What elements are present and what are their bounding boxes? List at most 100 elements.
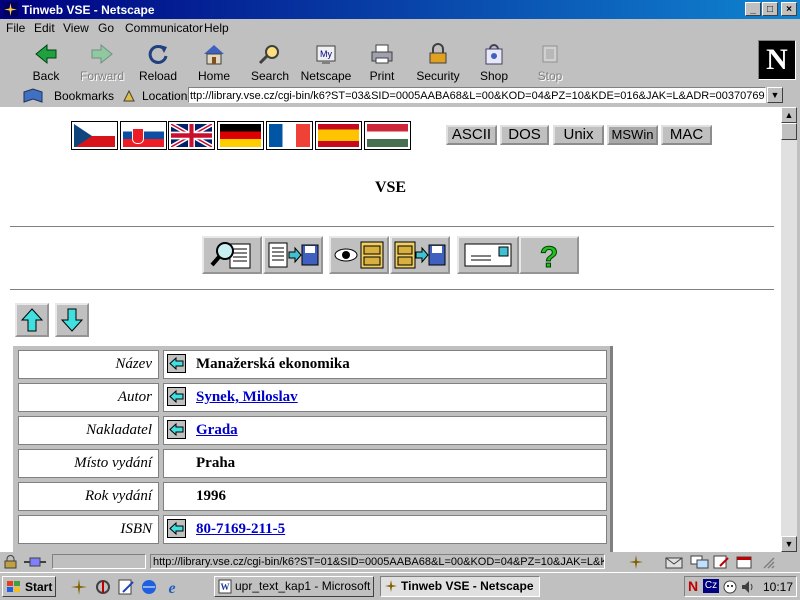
previous-record-button[interactable]	[15, 303, 49, 337]
title-bar[interactable]: Tinweb VSE - Netscape _ □ ×	[0, 0, 800, 19]
svg-text:My: My	[320, 49, 332, 59]
field-value-cell: 1996	[163, 482, 607, 511]
task-word-document[interactable]: W upr_text_kap1 - Microsoft ...	[214, 576, 374, 597]
scroll-down-button[interactable]: ▼	[781, 536, 797, 552]
encoding-mswin-button[interactable]: MSWin	[607, 125, 658, 145]
save-record-button[interactable]	[263, 236, 323, 274]
task-netscape-window[interactable]: Tinweb VSE - Netscape	[380, 576, 540, 597]
table-row: Místo vydání Praha	[13, 447, 609, 480]
vertical-scrollbar[interactable]: ▲ ▼	[781, 107, 797, 552]
flag-czech-button[interactable]	[71, 121, 118, 150]
menu-help[interactable]: Help	[204, 21, 229, 35]
site-title: VSE	[374, 179, 407, 196]
save-records-button[interactable]	[390, 236, 450, 274]
search-button[interactable]: Search	[242, 39, 298, 83]
discussion-component-icon[interactable]	[690, 554, 710, 570]
browse-index-button[interactable]	[167, 354, 186, 373]
flag-english-button[interactable]	[168, 121, 215, 150]
maximize-button[interactable]: □	[762, 2, 778, 16]
scroll-up-button[interactable]: ▲	[781, 107, 797, 123]
field-value-link[interactable]: 80-7169-211-5	[196, 516, 285, 543]
forward-arrow-icon	[91, 43, 113, 65]
resize-grip-icon[interactable]	[760, 554, 776, 570]
field-value-cell: Praha	[163, 449, 607, 478]
calendar-component-icon[interactable]	[735, 554, 753, 570]
next-record-button[interactable]	[55, 303, 89, 337]
encoding-dos-button[interactable]: DOS	[500, 125, 549, 145]
language-indicator[interactable]: Cz	[703, 579, 719, 593]
help-button[interactable]: ?	[519, 236, 579, 275]
flag-french-button[interactable]	[266, 121, 313, 150]
field-value: Praha	[196, 455, 236, 471]
field-label: Místo vydání	[18, 449, 159, 478]
home-button[interactable]: Home	[186, 39, 242, 83]
search-catalog-button[interactable]	[202, 236, 262, 274]
start-button[interactable]: Start	[2, 576, 56, 597]
encoding-ascii-button[interactable]: ASCII	[446, 125, 497, 145]
quicklaunch-edit-icon[interactable]	[117, 578, 135, 596]
stop-button[interactable]: Stop	[522, 39, 578, 83]
menu-view[interactable]: View	[63, 21, 89, 35]
svg-text:W: W	[221, 582, 230, 592]
mail-component-icon[interactable]	[665, 554, 683, 570]
navigator-component-icon[interactable]	[628, 554, 644, 570]
quicklaunch-tool-icon[interactable]	[94, 578, 112, 596]
close-button[interactable]: ×	[781, 2, 797, 16]
encoding-unix-button[interactable]: Unix	[553, 125, 604, 145]
view-records-button[interactable]	[329, 236, 389, 274]
flag-german-button[interactable]	[217, 121, 264, 150]
status-text: http://library.vse.cz/cgi-bin/k6?ST=01&S…	[150, 554, 605, 569]
menu-edit[interactable]: Edit	[34, 21, 55, 35]
windows-logo-icon	[7, 581, 20, 592]
field-label: Rok vydání	[18, 482, 159, 511]
flag-slovak-button[interactable]	[120, 121, 167, 150]
shopping-bag-icon	[485, 44, 503, 65]
browse-index-button[interactable]	[167, 387, 186, 406]
svg-text:e: e	[168, 580, 175, 596]
spanish-flag-icon	[318, 124, 359, 147]
print-button[interactable]: Print	[354, 39, 410, 83]
composer-component-icon[interactable]	[712, 554, 730, 570]
encoding-mac-button[interactable]: MAC	[661, 125, 712, 145]
back-button[interactable]: Back	[18, 39, 74, 83]
email-record-button[interactable]	[457, 236, 519, 274]
tray-app-icon[interactable]	[722, 579, 738, 595]
shop-button[interactable]: Shop	[466, 39, 522, 83]
scroll-thumb[interactable]	[781, 123, 797, 140]
browse-index-button[interactable]	[167, 519, 186, 538]
reload-button[interactable]: Reload	[130, 39, 186, 83]
url-dropdown-button[interactable]: ▼	[767, 87, 783, 103]
table-row: Název Manažerská ekonomika	[13, 348, 609, 381]
quicklaunch-ie-icon[interactable]: e	[163, 578, 181, 596]
field-value-cell: Synek, Miloslav	[163, 383, 607, 412]
menu-file[interactable]: File	[6, 21, 25, 35]
menu-communicator[interactable]: Communicator	[125, 21, 203, 35]
progress-meter	[52, 554, 146, 569]
volume-icon[interactable]	[740, 579, 756, 595]
flag-spanish-button[interactable]	[315, 121, 362, 150]
location-url-field[interactable]: ttp://library.vse.cz/cgi-bin/k6?ST=03&SI…	[188, 87, 766, 103]
security-button[interactable]: Security	[410, 39, 466, 83]
clock[interactable]: 10:17	[763, 580, 793, 594]
bookmarks-button[interactable]: Bookmarks	[54, 89, 114, 103]
field-label: Nakladatel	[18, 416, 159, 445]
status-bar: http://library.vse.cz/cgi-bin/k6?ST=01&S…	[0, 552, 800, 572]
minimize-button[interactable]: _	[745, 2, 761, 16]
quicklaunch-browser-icon[interactable]	[140, 578, 158, 596]
netscape-logo[interactable]: N	[758, 40, 796, 80]
field-value-link[interactable]: Synek, Miloslav	[196, 384, 298, 411]
browse-index-button[interactable]	[167, 420, 186, 439]
field-value-cell: Grada	[163, 416, 607, 445]
forward-button[interactable]: Forward	[74, 39, 130, 83]
quicklaunch-netscape-icon[interactable]	[70, 578, 88, 596]
netscape-tray-icon[interactable]: N	[688, 578, 698, 594]
home-icon	[204, 45, 224, 65]
flag-hungarian-button[interactable]	[364, 121, 411, 150]
table-row: Nakladatel Grada	[13, 414, 609, 447]
netscape-task-icon	[385, 580, 397, 592]
german-flag-icon	[220, 124, 261, 147]
netscape-button[interactable]: My Netscape	[298, 39, 354, 83]
menu-go[interactable]: Go	[98, 21, 114, 35]
field-value-link[interactable]: Grada	[196, 417, 238, 444]
uk-flag-icon	[171, 124, 212, 147]
